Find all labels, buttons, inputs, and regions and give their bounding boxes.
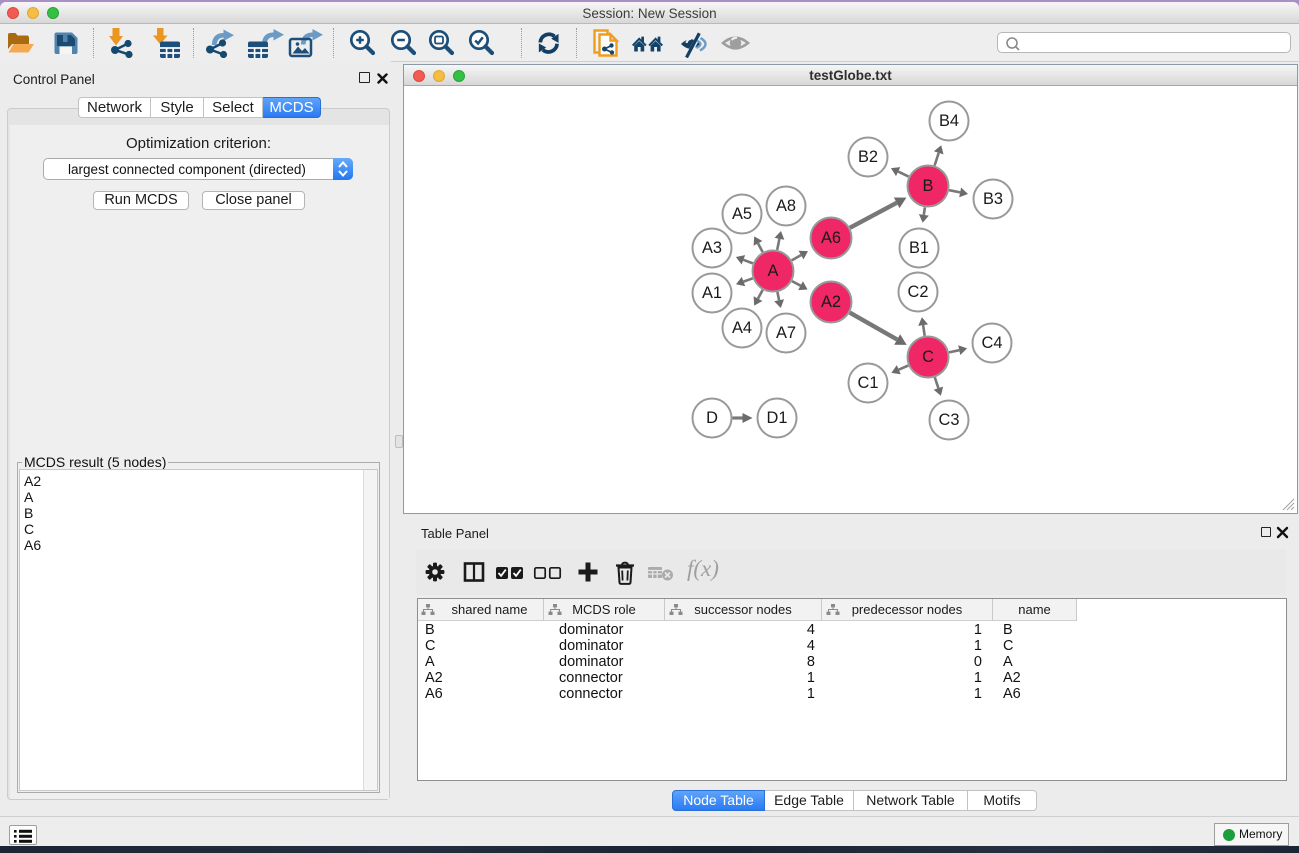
svg-text:B4: B4 [939, 112, 959, 130]
svg-text:A7: A7 [776, 324, 796, 342]
svg-text:B3: B3 [983, 190, 1003, 208]
svg-text:C1: C1 [858, 374, 879, 392]
svg-text:C3: C3 [939, 411, 960, 429]
svg-text:A8: A8 [776, 197, 796, 215]
svg-text:C2: C2 [908, 283, 929, 301]
svg-text:B: B [923, 177, 934, 195]
svg-text:A3: A3 [702, 239, 722, 257]
svg-text:B2: B2 [858, 148, 878, 166]
svg-text:A6: A6 [821, 229, 841, 247]
svg-text:D1: D1 [767, 409, 788, 427]
svg-text:D: D [706, 409, 718, 427]
svg-text:B1: B1 [909, 239, 929, 257]
svg-text:A5: A5 [732, 205, 752, 223]
svg-text:C4: C4 [982, 334, 1003, 352]
svg-text:A2: A2 [821, 293, 841, 311]
svg-text:A: A [768, 262, 779, 280]
svg-text:C: C [922, 348, 934, 366]
svg-text:A4: A4 [732, 319, 752, 337]
svg-text:A1: A1 [702, 284, 722, 302]
